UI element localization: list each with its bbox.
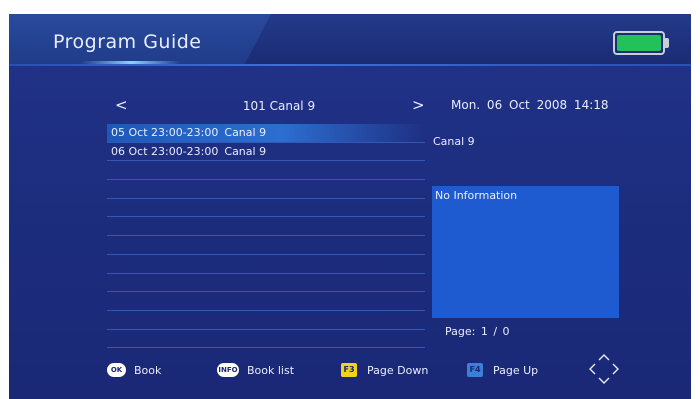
program-row-empty[interactable] bbox=[107, 330, 425, 349]
ok-book-hint[interactable]: OK Book bbox=[107, 362, 161, 378]
info-book-list-hint[interactable]: INFO Book list bbox=[217, 362, 294, 378]
f4-key-icon: F4 bbox=[467, 363, 483, 377]
program-list: 05 Oct 23:00-23:00 Canal 9 06 Oct 23:00-2… bbox=[107, 124, 425, 349]
info-key-icon: INFO bbox=[217, 363, 239, 377]
page-up-label: Page Up bbox=[493, 363, 539, 377]
battery-icon bbox=[613, 31, 665, 55]
program-description: No Information bbox=[435, 189, 518, 202]
program-time: 05 Oct 23:00-23:00 bbox=[111, 126, 219, 139]
battery-tip bbox=[665, 38, 669, 48]
channel-title: 101 Canal 9 bbox=[242, 99, 316, 113]
program-row-empty[interactable] bbox=[107, 255, 425, 274]
program-row-empty[interactable] bbox=[107, 217, 425, 237]
header-bar: Program Guide bbox=[9, 14, 691, 64]
f3-key-icon: F3 bbox=[341, 363, 357, 377]
program-row-empty[interactable] bbox=[107, 180, 425, 199]
book-label: Book bbox=[134, 363, 162, 377]
page-down-hint[interactable]: F3 Page Down bbox=[341, 362, 428, 378]
current-datetime: Mon. 06 Oct 2008 14:18 bbox=[451, 98, 609, 112]
program-time: 06 Oct 23:00-23:00 bbox=[111, 144, 219, 158]
program-info-box: No Information bbox=[432, 186, 619, 318]
program-row-empty[interactable] bbox=[107, 161, 425, 181]
program-row-empty[interactable] bbox=[107, 199, 425, 218]
page-indicator: Page: 1 / 0 bbox=[445, 325, 510, 338]
book-list-label: Book list bbox=[247, 363, 295, 377]
info-channel-name: Canal 9 bbox=[433, 135, 475, 148]
program-row-empty[interactable] bbox=[107, 274, 425, 293]
dpad-navigation-icon bbox=[589, 354, 619, 384]
ok-key-icon: OK bbox=[107, 363, 126, 377]
program-row-empty[interactable] bbox=[107, 292, 425, 311]
prev-channel-icon[interactable]: < bbox=[115, 96, 128, 114]
program-name: Canal 9 bbox=[224, 126, 267, 139]
page-down-label: Page Down bbox=[367, 363, 429, 377]
header-divider bbox=[9, 64, 691, 66]
program-guide-screen: Program Guide < 101 Canal 9 > Mon. 06 Oc… bbox=[9, 14, 691, 399]
page-up-hint[interactable]: F4 Page Up bbox=[467, 362, 538, 378]
program-row[interactable]: 05 Oct 23:00-23:00 Canal 9 bbox=[107, 124, 425, 143]
program-name: Canal 9 bbox=[224, 144, 267, 158]
program-row-empty[interactable] bbox=[107, 311, 425, 330]
program-row[interactable]: 06 Oct 23:00-23:00 Canal 9 bbox=[107, 143, 425, 162]
program-row-empty[interactable] bbox=[107, 236, 425, 255]
battery-level bbox=[617, 35, 661, 51]
next-channel-icon[interactable]: > bbox=[412, 96, 425, 114]
page-title: Program Guide bbox=[53, 31, 202, 53]
